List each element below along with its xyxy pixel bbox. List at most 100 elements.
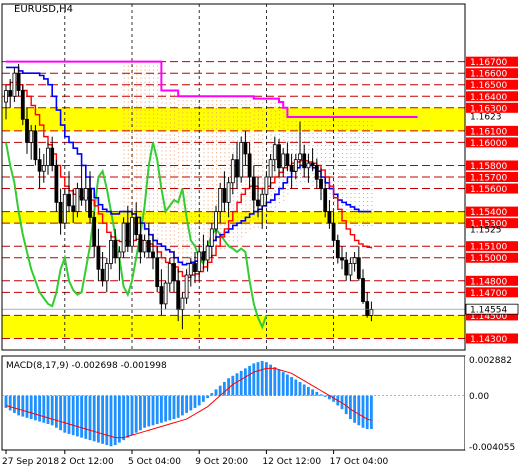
cloud-dot	[203, 180, 205, 182]
cloud-dot	[203, 116, 205, 118]
cloud-dot	[169, 134, 171, 136]
candle-body	[130, 216, 134, 247]
cloud-dot	[123, 133, 125, 135]
cloud-dot	[153, 133, 154, 135]
cloud-dot	[245, 120, 247, 122]
cloud-dot	[371, 173, 373, 175]
cloud-dot	[186, 132, 188, 134]
cloud-dot	[132, 97, 133, 99]
cloud-dot	[190, 104, 192, 106]
cloud-dot	[186, 200, 188, 202]
cloud-dot	[140, 161, 142, 163]
macd-bar	[88, 395, 92, 441]
candle-body	[167, 263, 172, 284]
cloud-dot	[237, 196, 238, 198]
cloud-dot	[312, 121, 314, 123]
cloud-dot	[161, 162, 163, 164]
cloud-dot	[186, 112, 188, 114]
cloud-dot	[140, 153, 142, 155]
cloud-dot	[182, 132, 184, 134]
cloud-dot	[283, 135, 285, 137]
chart-window[interactable]: 1.16700 1.16600 1.16500 1.16400 1.16300 1.161…	[0, 0, 520, 470]
cloud-dot	[262, 114, 264, 116]
cloud-dot	[165, 94, 167, 96]
cloud-dot	[321, 141, 322, 143]
cloud-dot	[127, 177, 129, 179]
cloud-dot	[274, 134, 276, 136]
macd-bar	[46, 395, 50, 425]
candle-body	[29, 130, 34, 143]
cloud-dot	[350, 173, 352, 175]
cloud-dot	[195, 212, 196, 214]
candle-body	[113, 240, 118, 259]
cloud-dot	[182, 256, 184, 258]
macd-label: MACD(8,17,9) -0.002698 -0.001998	[6, 361, 167, 371]
cloud-dot	[274, 186, 276, 188]
cloud-dot	[123, 201, 125, 203]
cloud-dot	[321, 137, 322, 139]
cloud-dot	[325, 133, 327, 135]
cloud-dot	[186, 208, 188, 210]
cloud-dot	[153, 137, 154, 139]
cloud-dot	[186, 172, 188, 174]
cloud-dot	[312, 125, 314, 127]
cloud-dot	[249, 112, 251, 114]
cloud-dot	[274, 174, 276, 176]
cloud-dot	[127, 185, 129, 187]
cloud-dot	[178, 212, 180, 214]
cloud-dot	[153, 229, 154, 231]
cloud-dot	[220, 136, 222, 138]
cloud-dot	[237, 220, 238, 222]
cloud-dot	[358, 201, 360, 203]
cloud-dot	[165, 110, 167, 112]
cloud-dot	[211, 212, 213, 214]
cloud-dot	[136, 89, 138, 91]
cloud-dot	[253, 102, 255, 104]
cloud-dot	[363, 125, 364, 127]
cloud-dot	[127, 201, 129, 203]
cloud-dot	[207, 112, 209, 114]
cloud-dot	[157, 93, 159, 95]
cloud-dot	[342, 121, 343, 123]
cloud-dot	[207, 116, 209, 118]
candle-body	[218, 188, 223, 213]
cloud-dot	[148, 73, 150, 75]
candle-body	[184, 274, 189, 299]
cloud-dot	[203, 228, 205, 230]
cloud-dot	[132, 157, 133, 159]
candle-body	[50, 147, 55, 166]
level-label: 1.15600	[470, 185, 507, 195]
cloud-dot	[266, 110, 268, 112]
cloud-dot	[337, 125, 339, 127]
cloud-dot	[337, 137, 339, 139]
cloud-dot	[153, 197, 154, 199]
cloud-dot	[127, 145, 129, 147]
price-chart-svg[interactable]: 1.167001.166001.165001.164001.163001.161…	[0, 0, 520, 470]
cloud-dot	[358, 165, 360, 167]
cloud-dot	[165, 138, 167, 140]
cloud-dot	[132, 205, 133, 207]
cloud-dot	[123, 153, 125, 155]
cloud-dot	[190, 160, 192, 162]
candle-body	[67, 193, 71, 207]
cloud-dot	[358, 137, 360, 139]
cloud-dot	[224, 244, 226, 246]
cloud-dot	[165, 254, 167, 256]
cloud-dot	[342, 173, 343, 175]
cloud-dot	[350, 189, 352, 191]
cloud-dot	[140, 105, 142, 107]
cloud-dot	[346, 141, 348, 143]
cloud-dot	[199, 152, 201, 154]
cloud-dot	[266, 122, 268, 124]
cloud-dot	[337, 213, 339, 215]
cloud-dot	[144, 101, 146, 103]
candle-body	[201, 251, 206, 261]
cloud-dot	[350, 169, 352, 171]
cloud-dot	[123, 97, 125, 99]
cloud-dot	[295, 125, 297, 127]
cloud-dot	[220, 120, 222, 122]
cloud-dot	[136, 117, 138, 119]
cloud-dot	[274, 118, 276, 120]
cloud-dot	[245, 124, 247, 126]
cloud-dot	[186, 252, 188, 254]
